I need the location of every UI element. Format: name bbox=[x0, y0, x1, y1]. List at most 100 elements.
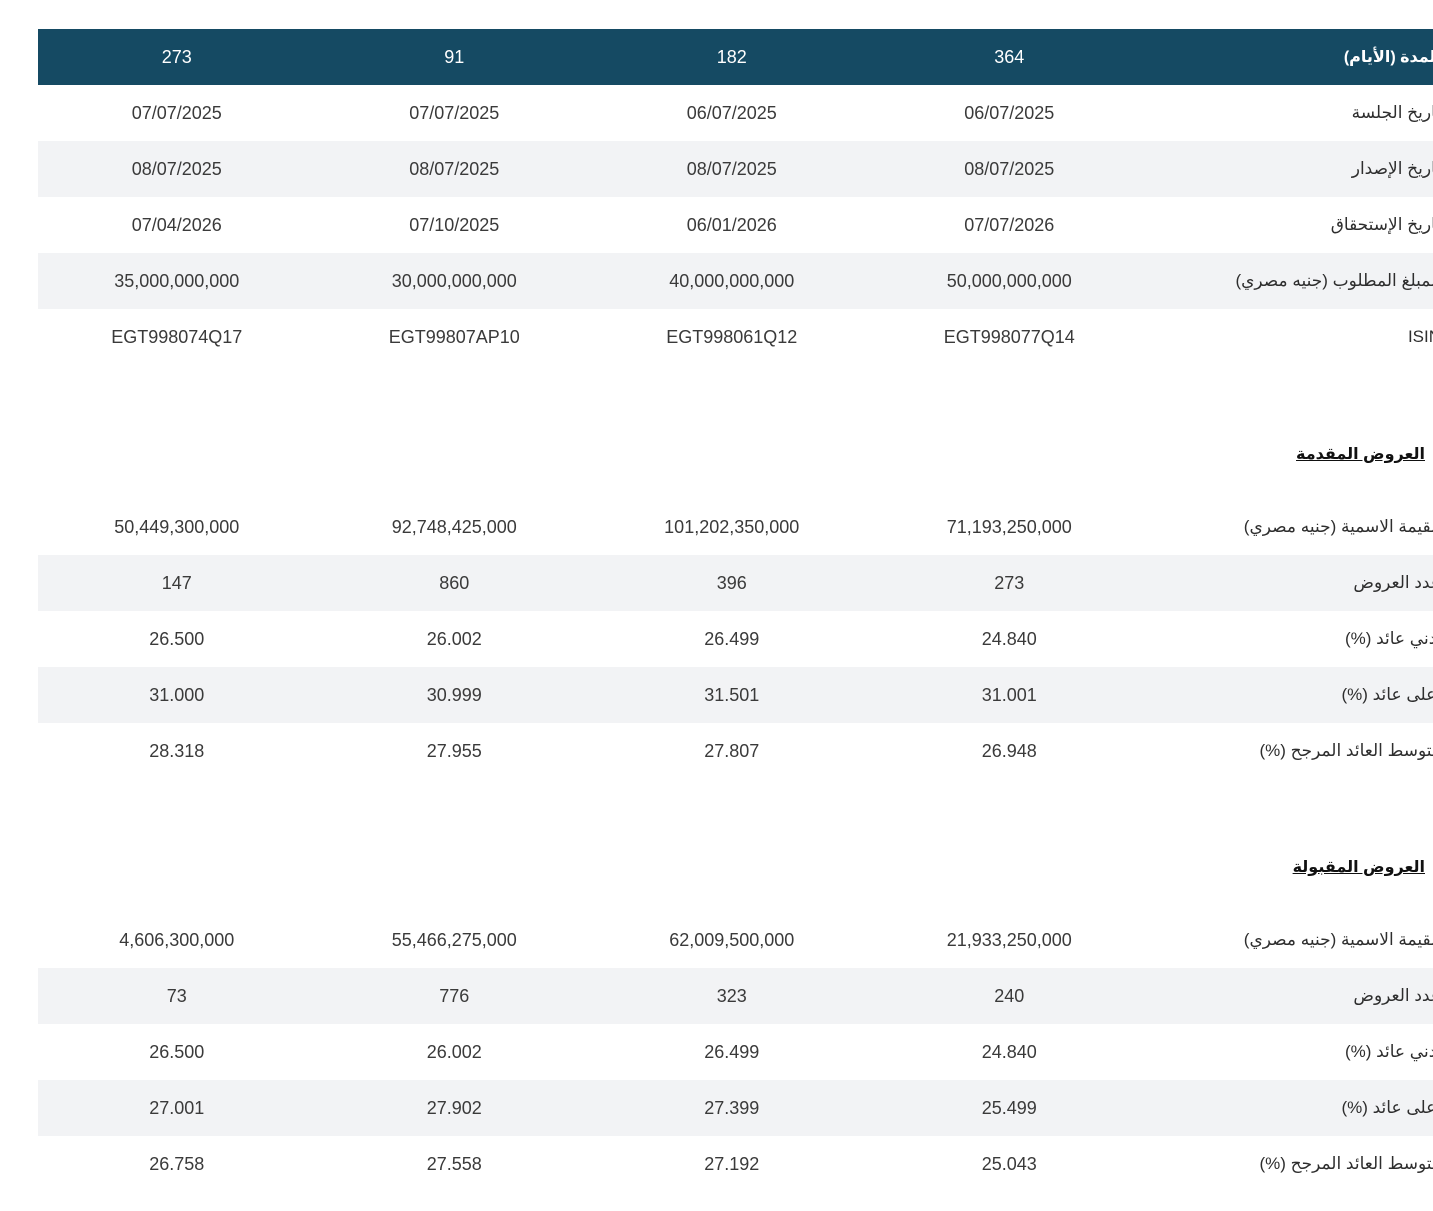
table-row: تاريخ الإصدار 08/07/2025 08/07/2025 08/0… bbox=[38, 141, 1433, 197]
table-cell: 55,466,275,000 bbox=[391, 929, 517, 950]
table-row: أدني عائد (%) 24.840 26.499 26.002 26.50… bbox=[38, 611, 1433, 667]
table-cell: 06/07/2025 bbox=[686, 102, 777, 123]
table-cell: 08/07/2025 bbox=[315, 141, 593, 197]
table-cell: 08/07/2025 bbox=[870, 141, 1148, 197]
table-cell: EGT998077Q14 bbox=[943, 326, 1075, 347]
row-label: تاريخ الإصدار bbox=[1148, 141, 1433, 197]
table-cell: 25.499 bbox=[870, 1080, 1148, 1136]
table-cell: 26.499 bbox=[704, 1041, 760, 1062]
table-cell: 26.499 bbox=[704, 628, 760, 649]
table-cell: 24.840 bbox=[981, 1041, 1037, 1062]
table-cell: 323 bbox=[593, 968, 871, 1024]
table-cell: 07/07/2025 bbox=[409, 102, 500, 123]
table-cell: 08/07/2025 bbox=[593, 141, 871, 197]
tenor-header-label: المدة (الأيام) bbox=[1148, 29, 1433, 85]
table-cell: 30,000,000,000 bbox=[315, 253, 593, 309]
table-cell: EGT998074Q17 bbox=[111, 326, 243, 347]
row-label: اعلى عائد (%) bbox=[1148, 1080, 1433, 1136]
tenor-header-value: 364 bbox=[870, 29, 1148, 85]
table-cell: 26.002 bbox=[426, 1041, 482, 1062]
table-cell: 26.500 bbox=[149, 1041, 205, 1062]
table-row: القيمة الاسمية (جنيه مصري) 21,933,250,00… bbox=[38, 912, 1433, 968]
table-header-row: المدة (الأيام) 364 182 91 273 bbox=[38, 29, 1433, 85]
table-cell: 06/07/2025 bbox=[964, 102, 1055, 123]
row-label: عدد العروض bbox=[1148, 968, 1433, 1024]
row-label: أدني عائد (%) bbox=[1344, 629, 1433, 648]
table-cell: 101,202,350,000 bbox=[664, 516, 800, 537]
table-cell: 07/07/2025 bbox=[131, 102, 222, 123]
accepted-bids-table: القيمة الاسمية (جنيه مصري) 21,933,250,00… bbox=[38, 912, 1433, 1192]
tenor-header-value: 273 bbox=[38, 29, 316, 85]
table-cell: 06/01/2026 bbox=[686, 214, 777, 235]
table-cell: 396 bbox=[593, 555, 871, 611]
table-cell: 50,449,300,000 bbox=[114, 516, 240, 537]
table-row: القيمة الاسمية (جنيه مصري) 71,193,250,00… bbox=[38, 499, 1433, 555]
table-cell: EGT998061Q12 bbox=[666, 326, 798, 347]
table-cell: 776 bbox=[315, 968, 593, 1024]
table-cell: 25.043 bbox=[981, 1153, 1037, 1174]
table-row: تاريخ الإستحقاق 07/07/2026 06/01/2026 07… bbox=[38, 197, 1433, 253]
table-cell: 273 bbox=[870, 555, 1148, 611]
table-cell: 27.558 bbox=[426, 1153, 482, 1174]
row-label: القيمة الاسمية (جنيه مصري) bbox=[1243, 517, 1433, 536]
table-row: متوسط العائد المرجح (%) 25.043 27.192 27… bbox=[38, 1136, 1433, 1192]
accepted-bids-title: العروض المقبولة bbox=[1292, 859, 1425, 876]
table-cell: 40,000,000,000 bbox=[593, 253, 871, 309]
table-cell: 28.318 bbox=[149, 740, 205, 761]
table-row: اعلى عائد (%) 31.001 31.501 30.999 31.00… bbox=[38, 667, 1433, 723]
table-row: تاريخ الجلسة 06/07/2025 06/07/2025 07/07… bbox=[38, 85, 1433, 141]
table-cell: 31.000 bbox=[38, 667, 316, 723]
tenor-header-value: 91 bbox=[315, 29, 593, 85]
row-label: المبلغ المطلوب (جنيه مصري) bbox=[1148, 253, 1433, 309]
table-cell: 30.999 bbox=[315, 667, 593, 723]
table-cell: 07/07/2026 bbox=[964, 214, 1055, 235]
row-label: اعلى عائد (%) bbox=[1148, 667, 1433, 723]
offered-bids-table: القيمة الاسمية (جنيه مصري) 71,193,250,00… bbox=[38, 499, 1433, 779]
table-cell: 27.902 bbox=[315, 1080, 593, 1136]
table-row: عدد العروض 240 323 776 73 bbox=[38, 968, 1433, 1024]
table-cell: 62,009,500,000 bbox=[669, 929, 795, 950]
table-cell: 07/10/2025 bbox=[409, 214, 500, 235]
row-label: متوسط العائد المرجح (%) bbox=[1259, 1154, 1433, 1173]
row-label: تاريخ الإستحقاق bbox=[1330, 215, 1433, 234]
table-row: المبلغ المطلوب (جنيه مصري) 50,000,000,00… bbox=[38, 253, 1433, 309]
tenor-header-value: 182 bbox=[593, 29, 871, 85]
table-cell: 24.840 bbox=[981, 628, 1037, 649]
table-cell: 26.500 bbox=[149, 628, 205, 649]
row-label: عدد العروض bbox=[1148, 555, 1433, 611]
table-cell: 31.501 bbox=[593, 667, 871, 723]
table-cell: 92,748,425,000 bbox=[391, 516, 517, 537]
table-cell: 73 bbox=[38, 968, 316, 1024]
table-row: أدني عائد (%) 24.840 26.499 26.002 26.50… bbox=[38, 1024, 1433, 1080]
row-label: متوسط العائد المرجح (%) bbox=[1259, 741, 1433, 760]
table-cell: 27.955 bbox=[426, 740, 482, 761]
table-cell: 35,000,000,000 bbox=[38, 253, 316, 309]
offered-bids-title: العروض المقدمة bbox=[1296, 446, 1425, 463]
table-cell: 26.948 bbox=[981, 740, 1037, 761]
table-cell: 860 bbox=[315, 555, 593, 611]
table-row: ISIN EGT998077Q14 EGT998061Q12 EGT99807A… bbox=[38, 309, 1433, 365]
table-cell: 71,193,250,000 bbox=[946, 516, 1072, 537]
table-row: اعلى عائد (%) 25.499 27.399 27.902 27.00… bbox=[38, 1080, 1433, 1136]
table-cell: 31.001 bbox=[870, 667, 1148, 723]
table-row: متوسط العائد المرجح (%) 26.948 27.807 27… bbox=[38, 723, 1433, 779]
row-label: أدني عائد (%) bbox=[1344, 1042, 1433, 1061]
table-cell: 27.399 bbox=[593, 1080, 871, 1136]
table-cell: 21,933,250,000 bbox=[946, 929, 1072, 950]
row-label: القيمة الاسمية (جنيه مصري) bbox=[1243, 930, 1433, 949]
table-cell: EGT99807AP10 bbox=[388, 326, 520, 347]
table-cell: 27.807 bbox=[704, 740, 760, 761]
table-cell: 27.001 bbox=[38, 1080, 316, 1136]
row-label: ISIN bbox=[1407, 327, 1433, 346]
table-cell: 26.002 bbox=[426, 628, 482, 649]
table-cell: 27.192 bbox=[704, 1153, 760, 1174]
table-cell: 50,000,000,000 bbox=[870, 253, 1148, 309]
table-cell: 4,606,300,000 bbox=[119, 929, 235, 950]
table-cell: 240 bbox=[870, 968, 1148, 1024]
table-cell: 147 bbox=[38, 555, 316, 611]
auction-terms-table: المدة (الأيام) 364 182 91 273 تاريخ الجل… bbox=[38, 29, 1433, 365]
table-row: عدد العروض 273 396 860 147 bbox=[38, 555, 1433, 611]
table-cell: 26.758 bbox=[149, 1153, 205, 1174]
table-cell: 08/07/2025 bbox=[38, 141, 316, 197]
table-cell: 07/04/2026 bbox=[131, 214, 222, 235]
